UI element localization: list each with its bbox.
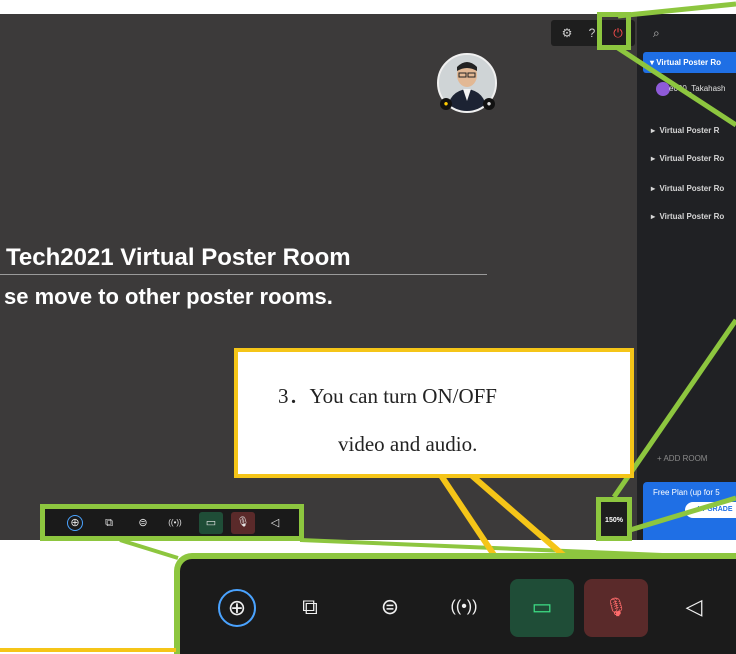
plan-text: Free Plan (up for 5 [653, 488, 720, 497]
screen-share-icon[interactable]: ⧉ [290, 587, 330, 627]
toolbar-connector-line [119, 538, 179, 560]
emoji-badge-icon: ● [440, 98, 452, 110]
mic-toggle-icon[interactable]: 🎙 [596, 587, 636, 627]
megaphone-icon[interactable]: ◁ [674, 587, 714, 627]
chat-icon[interactable]: ⊜ [370, 587, 410, 627]
add-icon[interactable]: ⊕ [218, 589, 256, 627]
search-icon[interactable]: ⌕ [653, 26, 660, 41]
broadcast-icon[interactable]: ((•)) [167, 515, 183, 531]
room-label: Virtual Poster Ro [659, 184, 725, 193]
callout-line-2: video and audio. [338, 432, 478, 456]
sidebar-room-item[interactable]: ▸ Virtual Poster R [651, 126, 719, 135]
zoom-indicator[interactable]: 150% [596, 497, 632, 541]
plan-panel: Free Plan (up for 5 UPGRADE [643, 482, 736, 540]
video-toggle-icon[interactable]: ▭ [522, 587, 562, 627]
small-toolbar: ⊕ ⧉ ⊜ ((•)) ▭ 🎙 ◁ [40, 504, 304, 541]
user-avatar [656, 82, 670, 96]
broadcast-icon[interactable]: ((•)) [444, 587, 484, 627]
upgrade-button[interactable]: UPGRADE [685, 502, 736, 518]
video-toggle-icon[interactable]: ▭ [199, 512, 223, 534]
sidebar-room-active[interactable]: ▾ Virtual Poster Ro [643, 52, 736, 73]
mic-badge-icon: ● [483, 98, 495, 110]
sidebar-user-name[interactable]: e000_Takahash [669, 84, 726, 93]
megaphone-icon[interactable]: ◁ [267, 515, 283, 531]
room-label: Virtual Poster Ro [659, 212, 725, 221]
room-banner-title: Tech2021 Virtual Poster Room [6, 244, 351, 271]
room-sidebar: ⌕ ▾ Virtual Poster Ro e000_Takahash ▸ Vi… [637, 14, 736, 540]
instruction-callout: 3．You can turn ON/OFF video and audio. [234, 348, 634, 478]
room-label: Virtual Poster Ro [659, 154, 725, 163]
add-icon[interactable]: ⊕ [67, 515, 83, 531]
zoom-level: 150% [605, 517, 623, 524]
power-highlight-box [597, 12, 631, 50]
banner-divider [0, 274, 487, 275]
chat-icon[interactable]: ⊜ [135, 515, 151, 531]
settings-icon[interactable]: ⚙ [559, 25, 575, 41]
next-callout-edge [0, 648, 176, 652]
room-label: Virtual Poster R [659, 126, 720, 135]
mic-toggle-icon[interactable]: 🎙 [231, 512, 255, 534]
sidebar-room-item[interactable]: ▸ Virtual Poster Ro [651, 154, 724, 163]
enlarged-toolbar: ⊕ ⧉ ⊜ ((•)) ▭ 🎙 ◁ [174, 553, 736, 654]
sidebar-room-item[interactable]: ▸ Virtual Poster Ro [651, 212, 724, 221]
room-banner-subtitle: se move to other poster rooms. [4, 284, 333, 309]
callout-line-1: 3．You can turn ON/OFF [278, 384, 497, 408]
screen-share-icon[interactable]: ⧉ [101, 515, 117, 531]
add-room-button[interactable]: + ADD ROOM [657, 454, 707, 463]
sidebar-room-item[interactable]: ▸ Virtual Poster Ro [651, 184, 724, 193]
